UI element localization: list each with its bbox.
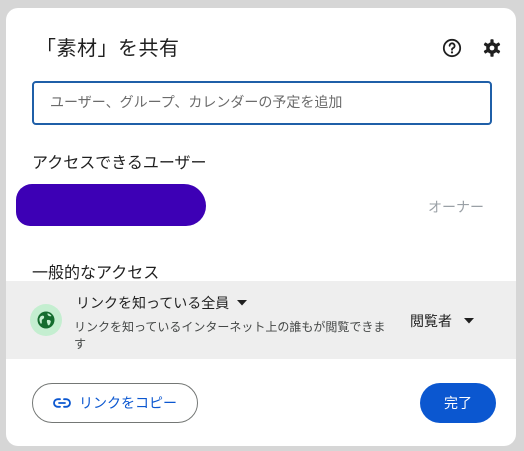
caret-down-icon bbox=[237, 300, 248, 306]
redacted-user-name bbox=[16, 184, 206, 226]
owner-role-label: オーナー bbox=[428, 200, 484, 216]
link-scope-label: リンクを知っている全員 bbox=[76, 296, 230, 312]
people-with-access-heading: アクセスできるユーザー bbox=[32, 153, 207, 172]
role-dropdown[interactable]: 閲覧者 bbox=[410, 311, 474, 331]
help-circle-icon bbox=[442, 38, 462, 58]
done-button[interactable]: 完了 bbox=[420, 383, 496, 423]
copy-link-button[interactable]: リンクをコピー bbox=[32, 383, 198, 423]
help-button[interactable] bbox=[440, 36, 464, 60]
globe-icon bbox=[37, 311, 55, 329]
link-scope-dropdown[interactable]: リンクを知っている全員 bbox=[76, 293, 248, 313]
share-dialog: 「素材」を共有 アクセスできるユーザー オーナー 一般的なアクセス bbox=[6, 8, 516, 446]
gear-icon bbox=[483, 39, 501, 57]
general-access-row: リンクを知っている全員 リンクを知っているインターネット上の誰もが閲覧できます … bbox=[6, 281, 516, 359]
copy-link-label: リンクをコピー bbox=[79, 396, 177, 412]
settings-button[interactable] bbox=[480, 36, 504, 60]
general-access-heading: 一般的なアクセス bbox=[32, 263, 160, 282]
globe-icon-container bbox=[30, 304, 62, 336]
share-people-input[interactable] bbox=[32, 81, 492, 125]
dialog-title: 「素材」を共有 bbox=[36, 36, 180, 60]
link-icon bbox=[53, 398, 71, 408]
role-label: 閲覧者 bbox=[410, 314, 452, 330]
link-scope-description: リンクを知っているインターネット上の誰もが閲覧できます bbox=[74, 320, 386, 351]
caret-down-icon bbox=[464, 318, 474, 324]
